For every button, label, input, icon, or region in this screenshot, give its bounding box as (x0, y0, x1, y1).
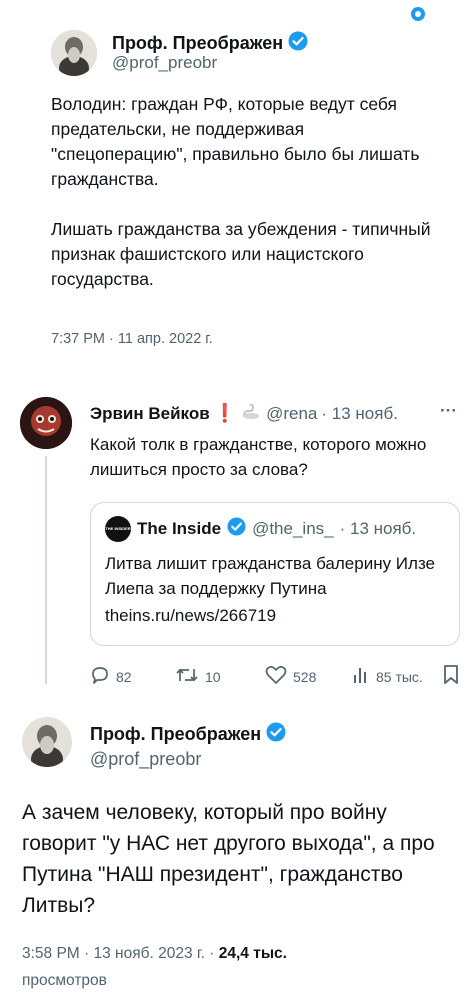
tweet-text: Володин: граждан РФ, которые ведут себя … (51, 94, 431, 289)
reply-avatar[interactable] (20, 397, 72, 449)
verified-badge-icon (288, 31, 308, 56)
reply-date[interactable]: · 13 нояб. (321, 404, 398, 424)
main-views-count: 24,4 тыс. (218, 945, 287, 962)
author-handle[interactable]: @prof_preobr (112, 53, 217, 73)
main-author-name[interactable]: Проф. Преображен (90, 724, 261, 745)
retweet-count: 10 (205, 668, 221, 685)
views-count: 85 тыс. (376, 668, 423, 685)
quote-text: Литва лишит гражданства балерину Илзе Ли… (105, 554, 435, 598)
main-avatar[interactable] (22, 717, 72, 767)
retweet-icon (175, 665, 199, 688)
verified-badge-icon (266, 722, 286, 747)
author-name[interactable]: Проф. Преображен (112, 33, 283, 54)
reply-text: Какой толк в гражданстве, которого можно… (90, 435, 427, 479)
verified-badge-icon (227, 517, 246, 541)
main-tweet-text: А зачем человеку, который про войну гово… (22, 801, 435, 917)
quote-tweet-card[interactable]: THE INSIDER The Inside @the_ins_ · 13 но… (90, 502, 460, 646)
swan-icon (240, 402, 262, 425)
quote-avatar: THE INSIDER (105, 516, 131, 542)
bar-chart-icon (352, 665, 370, 688)
retweet-action[interactable]: 10 (175, 665, 221, 688)
like-action[interactable]: 528 (265, 665, 316, 688)
more-options-icon[interactable]: ··· (440, 401, 457, 421)
quote-date: · 13 нояб. (339, 519, 417, 538)
reply-author-handle[interactable]: @rena (266, 404, 317, 424)
tweet-timestamp[interactable]: 7:37 PM · 11 апр. 2022 г. (51, 331, 213, 347)
quote-link[interactable]: theins.ru/news/266719 (105, 603, 276, 628)
flower-icon (410, 6, 426, 22)
main-views-label: просмотров (22, 972, 107, 989)
quote-author-name: The Inside (137, 519, 222, 538)
reply-action[interactable]: 82 (90, 665, 132, 688)
comment-icon (90, 665, 110, 688)
exclamation-emoji: ❗ (213, 403, 237, 423)
bookmark-icon[interactable] (442, 664, 460, 690)
views-action[interactable]: 85 тыс. (352, 665, 423, 688)
reply-count: 82 (116, 668, 132, 685)
thread-line (45, 456, 47, 684)
reply-author-name[interactable]: Эрвин Вейков (90, 404, 210, 424)
avatar[interactable] (51, 30, 97, 76)
like-count: 528 (293, 668, 317, 685)
heart-icon (265, 665, 287, 688)
main-timestamp[interactable]: 3:58 PM · 13 нояб. 2023 г. · (22, 945, 214, 962)
main-author-handle[interactable]: @prof_preobr (90, 749, 201, 770)
quote-author-handle: @the_ins_ (252, 519, 334, 538)
